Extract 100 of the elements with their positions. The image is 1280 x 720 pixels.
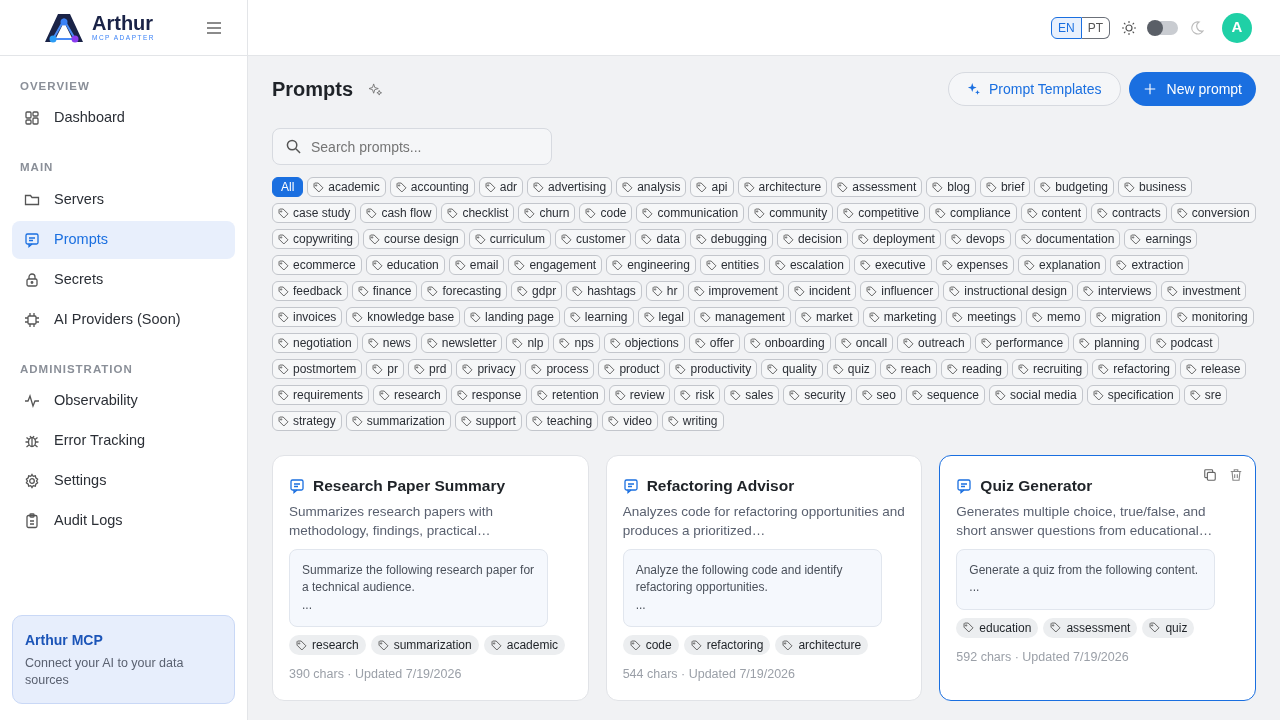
tag-filter[interactable]: outreach	[897, 333, 971, 353]
copy-icon[interactable]	[1203, 468, 1217, 482]
tag-filter[interactable]: writing	[661, 411, 724, 431]
tag-filter[interactable]: teaching	[525, 411, 599, 431]
tag-filter[interactable]: onboarding	[743, 333, 831, 353]
sidebar-item[interactable]: Dashboard	[12, 99, 235, 138]
tag-filter[interactable]: sre	[1183, 385, 1228, 405]
tag-filter[interactable]: forecasting	[421, 281, 508, 301]
sidebar-item[interactable]: Observability	[12, 381, 235, 420]
tag-filter[interactable]: competitive	[837, 203, 925, 223]
tag-filter[interactable]: security	[783, 385, 852, 405]
tag-filter[interactable]: migration	[1090, 307, 1167, 327]
tag-filter[interactable]: copywriting	[272, 229, 360, 249]
tag-filter[interactable]: extraction	[1110, 255, 1190, 275]
tag-filter[interactable]: advertising	[527, 177, 613, 197]
tag-filter[interactable]: video	[602, 411, 658, 431]
tag-filter[interactable]: entities	[699, 255, 765, 275]
tag-filter[interactable]: release	[1180, 359, 1247, 379]
language-button[interactable]: EN	[1051, 16, 1082, 39]
tag-filter[interactable]: recruiting	[1011, 359, 1089, 379]
tag-filter[interactable]: checklist	[441, 203, 515, 223]
tag-filter[interactable]: assessment	[831, 177, 923, 197]
tag-filter[interactable]: sequence	[905, 385, 985, 405]
menu-icon[interactable]	[207, 21, 221, 34]
sidebar-item[interactable]: Settings	[12, 461, 235, 500]
tag-filter[interactable]: postmortem	[272, 359, 363, 379]
tag-filter[interactable]: product	[598, 359, 666, 379]
tag-filter[interactable]: documentation	[1014, 229, 1121, 249]
tag-filter[interactable]: budgeting	[1034, 177, 1114, 197]
tag-filter[interactable]: email	[448, 255, 505, 275]
tag-filter[interactable]: investment	[1161, 281, 1247, 301]
tag-filter[interactable]: requirements	[272, 385, 370, 405]
tag-filter[interactable]: contracts	[1091, 203, 1167, 223]
tag-filter[interactable]: planning	[1073, 333, 1146, 353]
tag-filter[interactable]: interviews	[1077, 281, 1158, 301]
tag-filter[interactable]: debugging	[689, 229, 773, 249]
tag-filter[interactable]: quality	[761, 359, 823, 379]
tag-filter[interactable]: summarization	[345, 411, 451, 431]
tag-filter[interactable]: gdpr	[511, 281, 563, 301]
tag-filter[interactable]: objections	[603, 333, 685, 353]
tag-filter[interactable]: seo	[855, 385, 902, 405]
tag-filter[interactable]: oncall	[834, 333, 894, 353]
prompt-card[interactable]	[939, 455, 1256, 701]
tag-filter[interactable]: All	[272, 177, 304, 197]
tag-filter[interactable]: news	[361, 333, 417, 353]
tag-filter[interactable]: process	[525, 359, 595, 379]
tag-filter[interactable]: brief	[979, 177, 1031, 197]
tag-filter[interactable]: community	[748, 203, 834, 223]
tag-filter[interactable]: landing page	[464, 307, 560, 327]
tag-filter[interactable]: prd	[408, 359, 453, 379]
tag-filter[interactable]: compliance	[928, 203, 1017, 223]
tag-filter[interactable]: escalation	[768, 255, 850, 275]
tag-filter[interactable]: churn	[518, 203, 576, 223]
tag-filter[interactable]: incident	[787, 281, 857, 301]
tag-filter[interactable]: engineering	[606, 255, 696, 275]
tag-filter[interactable]: reading	[940, 359, 1008, 379]
sidebar-item[interactable]: Servers	[12, 180, 235, 219]
tag-filter[interactable]: course design	[363, 229, 465, 249]
tag-filter[interactable]: quiz	[826, 359, 876, 379]
tag-filter[interactable]: content	[1020, 203, 1087, 223]
tag-filter[interactable]: devops	[944, 229, 1011, 249]
tag-filter[interactable]: response	[450, 385, 528, 405]
tag-filter[interactable]: api	[690, 177, 734, 197]
tag-filter[interactable]: ecommerce	[272, 255, 362, 275]
trash-icon[interactable]	[1229, 468, 1243, 482]
tag-filter[interactable]: business	[1118, 177, 1193, 197]
tag-filter[interactable]: productivity	[669, 359, 758, 379]
sidebar-item[interactable]: Secrets	[12, 260, 235, 299]
tag-filter[interactable]: review	[608, 385, 671, 405]
tag-filter[interactable]: improvement	[687, 281, 784, 301]
tag-filter[interactable]: refactoring	[1092, 359, 1176, 379]
tag-filter[interactable]: expenses	[935, 255, 1015, 275]
tag-filter[interactable]: instructional design	[943, 281, 1073, 301]
tag-filter[interactable]: architecture	[737, 177, 828, 197]
tag-filter[interactable]: feedback	[272, 281, 348, 301]
tag-filter[interactable]: knowledge base	[346, 307, 461, 327]
search-field[interactable]: Search prompts...	[272, 128, 552, 165]
tag-filter[interactable]: code	[579, 203, 633, 223]
tag-filter[interactable]: hr	[645, 281, 684, 301]
tag-filter[interactable]: marketing	[862, 307, 943, 327]
tag-filter[interactable]: cash flow	[360, 203, 438, 223]
tag-filter[interactable]: communication	[636, 203, 745, 223]
tag-filter[interactable]: support	[454, 411, 522, 431]
tag-filter[interactable]: decision	[776, 229, 848, 249]
tag-filter[interactable]: podcast	[1149, 333, 1219, 353]
tag-filter[interactable]: memo	[1026, 307, 1087, 327]
tag-filter[interactable]: social media	[988, 385, 1083, 405]
tag-filter[interactable]: nlp	[506, 333, 550, 353]
tag-filter[interactable]: influencer	[860, 281, 940, 301]
tag-filter[interactable]: meetings	[946, 307, 1022, 327]
tag-filter[interactable]: privacy	[456, 359, 522, 379]
tag-filter[interactable]: engagement	[508, 255, 603, 275]
tag-filter[interactable]: management	[693, 307, 791, 327]
tag-filter[interactable]: blog	[926, 177, 976, 197]
tag-filter[interactable]: data	[635, 229, 686, 249]
tag-filter[interactable]: sales	[724, 385, 780, 405]
tag-filter[interactable]: academic	[307, 177, 386, 197]
tag-filter[interactable]: strategy	[272, 411, 342, 431]
sidebar-item[interactable]: Audit Logs	[12, 501, 235, 540]
tag-filter[interactable]: customer	[555, 229, 632, 249]
